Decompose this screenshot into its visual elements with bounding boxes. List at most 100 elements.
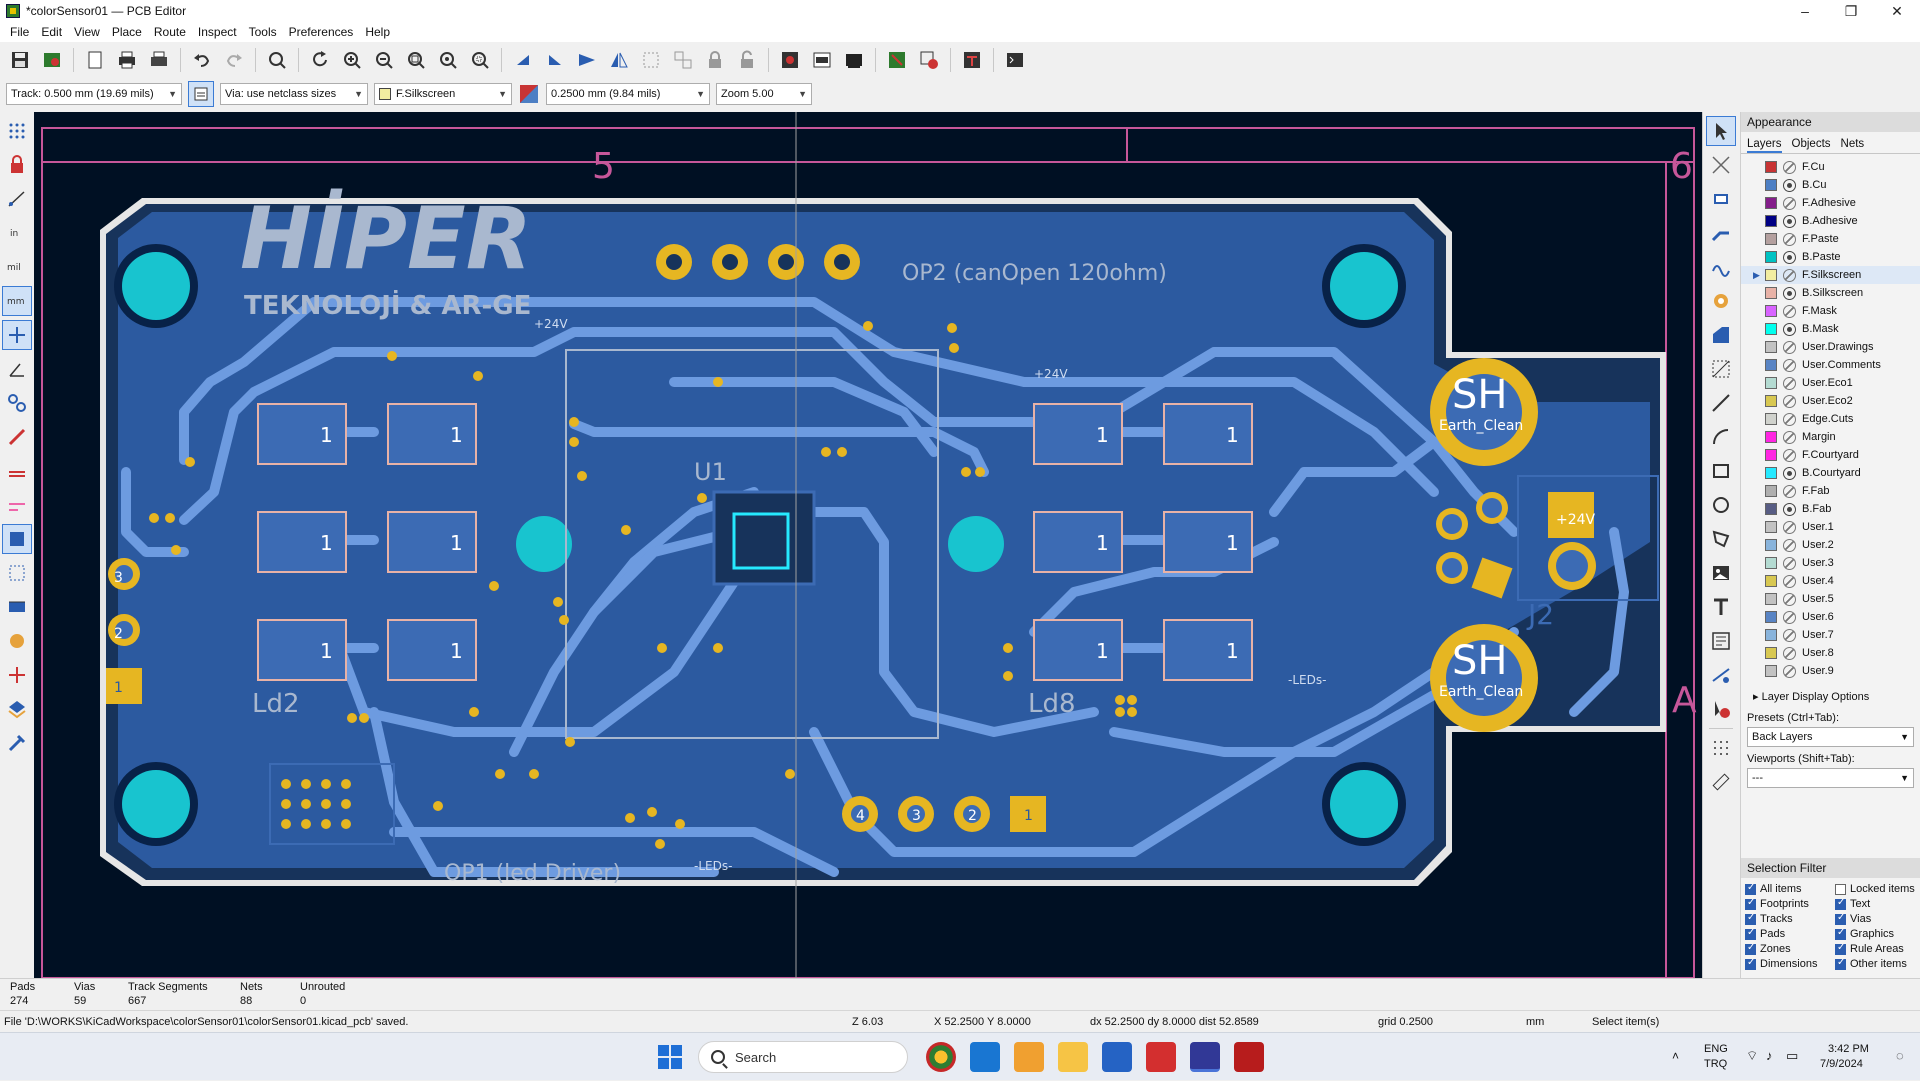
menu-file[interactable]: File [4, 25, 35, 39]
grid-select[interactable]: 0.2500 mm (9.84 mils) ▼ [546, 83, 710, 105]
layers-panel-icon[interactable] [2, 694, 32, 724]
selection-filter-checkbox[interactable]: All items [1745, 882, 1835, 896]
add-text-icon[interactable] [1706, 592, 1736, 622]
tab-objects[interactable]: Objects [1792, 138, 1831, 153]
edit-pencil-icon[interactable] [1783, 520, 1796, 534]
high-contrast-icon[interactable] [2, 524, 32, 554]
layer-row[interactable]: B.Fab [1741, 500, 1920, 518]
visibility-eye-icon[interactable] [1783, 502, 1796, 516]
layer-color-swatch[interactable] [1765, 395, 1777, 407]
tray-time[interactable]: 3:42 PM [1828, 1043, 1869, 1055]
zoom-in-icon[interactable] [338, 46, 366, 74]
pcb-canvas[interactable]: 5 6 A HİPER TEKNOLOJİ & AR-GE OP2 (canOp… [34, 112, 1702, 978]
selection-filter-checkbox[interactable]: Graphics [1835, 927, 1920, 941]
layer-color-swatch[interactable] [1765, 431, 1777, 443]
windows-start-icon[interactable] [658, 1045, 682, 1069]
layer-color-swatch[interactable] [1765, 233, 1777, 245]
notification-icon[interactable]: ◌ [1896, 1048, 1904, 1063]
measure-tool-icon[interactable] [1706, 767, 1736, 797]
layer-color-swatch[interactable] [1765, 215, 1777, 227]
edit-pencil-icon[interactable] [1783, 664, 1796, 678]
layer-row[interactable]: User.3 [1741, 554, 1920, 572]
layer-color-swatch[interactable] [1765, 467, 1777, 479]
edit-pencil-icon[interactable] [1783, 610, 1796, 624]
pads-outline-icon[interactable] [2, 388, 32, 418]
layer-color-swatch[interactable] [1765, 539, 1777, 551]
zoom-objects-icon[interactable] [434, 46, 462, 74]
visibility-eye-icon[interactable] [1783, 466, 1796, 480]
layer-row[interactable]: ▶ F.Silkscreen [1741, 266, 1920, 284]
layer-color-swatch[interactable] [1765, 503, 1777, 515]
edit-pencil-icon[interactable] [1783, 412, 1796, 426]
menu-inspect[interactable]: Inspect [192, 25, 243, 39]
layer-color-swatch[interactable] [1765, 413, 1777, 425]
menu-edit[interactable]: Edit [35, 25, 68, 39]
edit-pencil-icon[interactable] [1783, 304, 1796, 318]
layer-select[interactable]: F.Silkscreen ▼ [374, 83, 512, 105]
tab-layers[interactable]: Layers [1747, 138, 1782, 153]
layer-color-swatch[interactable] [1765, 341, 1777, 353]
properties-icon[interactable] [2, 728, 32, 758]
selection-filter-checkbox[interactable]: Other items [1835, 957, 1920, 971]
layer-color-swatch[interactable] [1765, 593, 1777, 605]
layer-color-swatch[interactable] [1765, 557, 1777, 569]
zoom-select[interactable]: Zoom 5.00 ▼ [716, 83, 812, 105]
drc-icon[interactable] [915, 46, 943, 74]
flip-icon[interactable] [573, 46, 601, 74]
menu-preferences[interactable]: Preferences [283, 25, 360, 39]
layer-pair-icon[interactable] [518, 83, 540, 105]
edit-pencil-icon[interactable] [1783, 430, 1796, 444]
battery-icon[interactable]: ▭ [1786, 1048, 1798, 1064]
zoom-selection-icon[interactable] [466, 46, 494, 74]
vias-outline-icon[interactable] [2, 422, 32, 452]
measure-icon[interactable] [2, 660, 32, 690]
maximize-button[interactable]: ❐ [1828, 0, 1874, 22]
drc-markers-icon[interactable] [2, 150, 32, 180]
zones-outline-icon[interactable] [2, 490, 32, 520]
menu-tools[interactable]: Tools [243, 25, 283, 39]
rotate-ccw-icon[interactable] [509, 46, 537, 74]
layer-color-swatch[interactable] [1765, 647, 1777, 659]
edit-pencil-icon[interactable] [1783, 358, 1796, 372]
edit-pencil-icon[interactable] [1783, 556, 1796, 570]
layer-color-swatch[interactable] [1765, 575, 1777, 587]
layer-row[interactable]: User.Comments [1741, 356, 1920, 374]
layer-row[interactable]: User.9 [1741, 662, 1920, 680]
layer-color-swatch[interactable] [1765, 485, 1777, 497]
layer-color-swatch[interactable] [1765, 359, 1777, 371]
board-setup-icon[interactable] [38, 46, 66, 74]
presets-select[interactable]: Back Layers ▼ [1747, 727, 1914, 747]
edit-pencil-icon[interactable] [1783, 196, 1796, 210]
ratsnest-icon[interactable] [2, 184, 32, 214]
selection-filter-checkbox[interactable]: Tracks [1745, 912, 1835, 926]
draw-circle-icon[interactable] [1706, 490, 1736, 520]
ide-icon[interactable] [970, 1042, 1000, 1072]
layer-row[interactable]: User.6 [1741, 608, 1920, 626]
layer-row[interactable]: User.Eco2 [1741, 392, 1920, 410]
visibility-eye-icon[interactable] [1783, 214, 1796, 228]
grid-origin-icon[interactable] [1706, 733, 1736, 763]
selection-filter-checkbox[interactable]: Rule Areas [1835, 942, 1920, 956]
layer-row[interactable]: User.1 [1741, 518, 1920, 536]
edit-pencil-icon[interactable] [1783, 232, 1796, 246]
add-rule-area-icon[interactable] [1706, 354, 1736, 384]
draw-rectangle-icon[interactable] [1706, 456, 1736, 486]
layer-row[interactable]: User.5 [1741, 590, 1920, 608]
add-zone-icon[interactable] [1706, 320, 1736, 350]
route-diff-pair-icon[interactable] [1706, 252, 1736, 282]
auto-track-width-icon[interactable] [188, 81, 214, 107]
layer-color-swatch[interactable] [1765, 197, 1777, 209]
zoom-fit-icon[interactable] [402, 46, 430, 74]
mirror-icon[interactable] [605, 46, 633, 74]
selection-filter-checkbox[interactable]: Vias [1835, 912, 1920, 926]
tray-lang-2[interactable]: TRQ [1704, 1058, 1727, 1070]
net-inspector-icon[interactable] [2, 558, 32, 588]
layer-row[interactable]: B.Cu [1741, 176, 1920, 194]
tray-overflow-icon[interactable]: ˄ [1672, 1049, 1679, 1063]
visibility-eye-icon[interactable] [1783, 178, 1796, 192]
print-icon[interactable] [113, 46, 141, 74]
cursor-style-icon[interactable] [2, 320, 32, 350]
draw-arc-icon[interactable] [1706, 422, 1736, 452]
close-button[interactable]: ✕ [1874, 0, 1920, 22]
router-options-icon[interactable] [2, 626, 32, 656]
